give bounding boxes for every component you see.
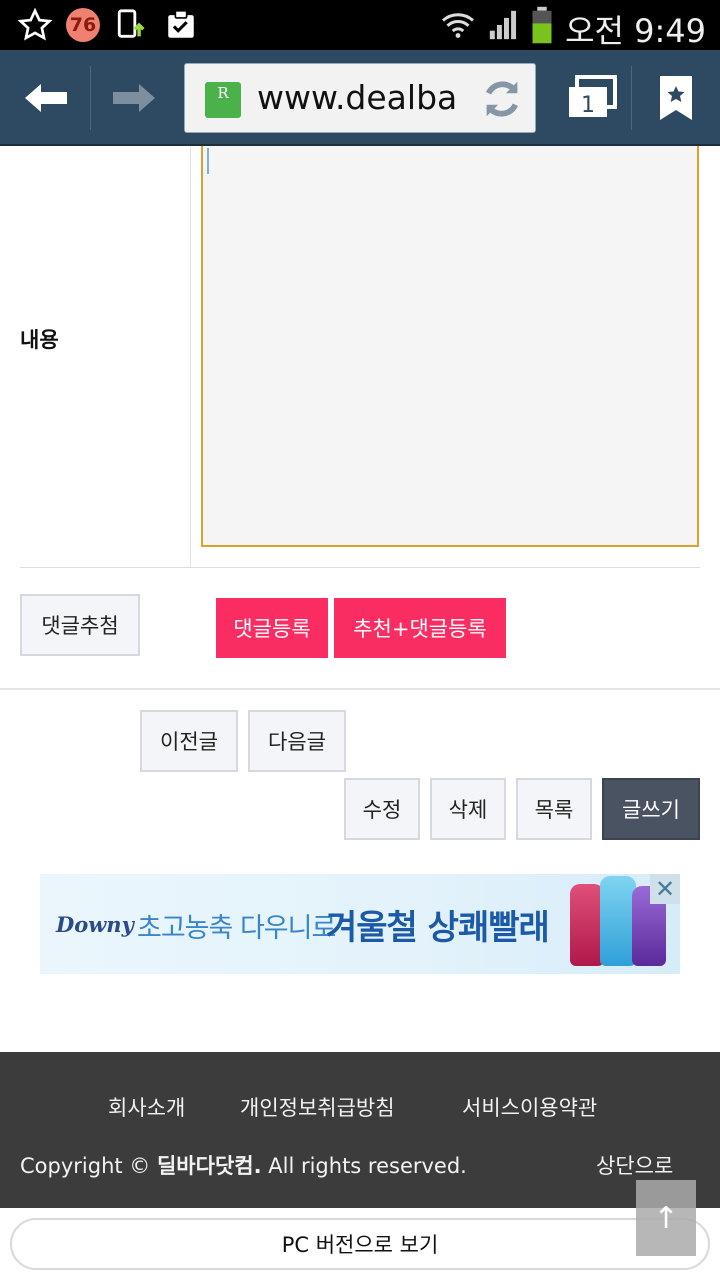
recommend-comment-submit-button[interactable]: 추천+댓글등록	[334, 598, 506, 658]
forward-button[interactable]	[104, 68, 164, 128]
clipboard-check-icon	[164, 8, 198, 42]
scroll-top-button[interactable]: ↑	[636, 1180, 696, 1256]
ad-brand-logo: Downy	[56, 912, 134, 937]
edit-button[interactable]: 수정	[344, 778, 420, 840]
address-bar[interactable]: R www.dealbada	[184, 63, 536, 133]
footer-link-privacy[interactable]: 개인정보취급방침	[240, 1092, 395, 1122]
url-text[interactable]: www.dealbada	[257, 78, 457, 117]
notification-badge-icon: 76	[66, 8, 100, 42]
copyright-text: Copyright © 딜바다닷컴. All rights reserved.	[20, 1150, 467, 1180]
browser-toolbar: R www.dealbada 1	[0, 50, 720, 146]
next-post-button[interactable]: 다음글	[248, 710, 346, 772]
content-row: 내용	[20, 146, 700, 568]
star-outline-icon	[16, 7, 54, 42]
favicon-letter: R	[217, 84, 229, 102]
wifi-icon	[438, 8, 478, 42]
section-divider	[0, 688, 720, 690]
signal-icon	[486, 8, 522, 42]
status-time: 오전 9:49	[565, 12, 706, 50]
status-bar: 76 오전 9:49	[0, 0, 720, 50]
arrow-up-icon: ↑	[653, 1200, 679, 1236]
footer-link-terms[interactable]: 서비스이용약관	[462, 1092, 597, 1122]
svg-text:1: 1	[581, 93, 595, 118]
footer-link-company[interactable]: 회사소개	[108, 1092, 185, 1122]
bookmark-icon	[660, 76, 692, 120]
write-button[interactable]: 글쓰기	[602, 778, 700, 840]
back-button[interactable]	[16, 68, 76, 128]
notification-count: 76	[66, 8, 100, 42]
prev-post-button[interactable]: 이전글	[140, 710, 238, 772]
to-top-link[interactable]: 상단으로	[596, 1150, 673, 1180]
bookmark-button[interactable]	[646, 68, 706, 128]
list-button[interactable]: 목록	[516, 778, 592, 840]
toolbar-divider	[90, 66, 91, 130]
text-cursor	[207, 148, 209, 174]
site-favicon: R	[205, 82, 241, 118]
arrow-left-icon	[25, 84, 67, 112]
ad-tagline: 초고농축 다우니로	[137, 913, 336, 944]
copyright-prefix: Copyright ©	[20, 1154, 151, 1178]
content-label: 내용	[20, 328, 59, 352]
ad-bottle-image	[570, 884, 604, 966]
ad-headline: 겨울철 상쾌빨래	[326, 908, 550, 948]
battery-icon	[528, 6, 556, 44]
content-textarea[interactable]	[201, 146, 699, 547]
delete-button[interactable]: 삭제	[430, 778, 506, 840]
ad-bottle-image	[600, 876, 636, 966]
pc-version-button[interactable]: PC 버전으로 보기	[10, 1218, 710, 1270]
ad-close-icon[interactable]: ✕	[650, 874, 680, 904]
comment-raffle-button[interactable]: 댓글추첨	[20, 594, 140, 656]
toolbar-divider	[631, 66, 632, 130]
arrow-right-icon	[113, 84, 155, 112]
comment-submit-button[interactable]: 댓글등록	[216, 598, 328, 658]
site-footer: 회사소개 개인정보취급방침 서비스이용약관 Copyright © 딜바다닷컴.…	[0, 1052, 720, 1208]
tabs-icon: 1	[569, 75, 617, 118]
ad-banner[interactable]: Downy 초고농축 다우니로 겨울철 상쾌빨래 ✕	[40, 874, 680, 974]
reload-icon[interactable]	[479, 76, 525, 122]
form-divider	[190, 146, 191, 568]
copyright-brand: 딜바다닷컴.	[156, 1154, 262, 1178]
copyright-suffix: All rights reserved.	[268, 1154, 467, 1178]
tabs-button[interactable]: 1	[556, 68, 626, 128]
phone-upload-icon	[114, 8, 150, 42]
